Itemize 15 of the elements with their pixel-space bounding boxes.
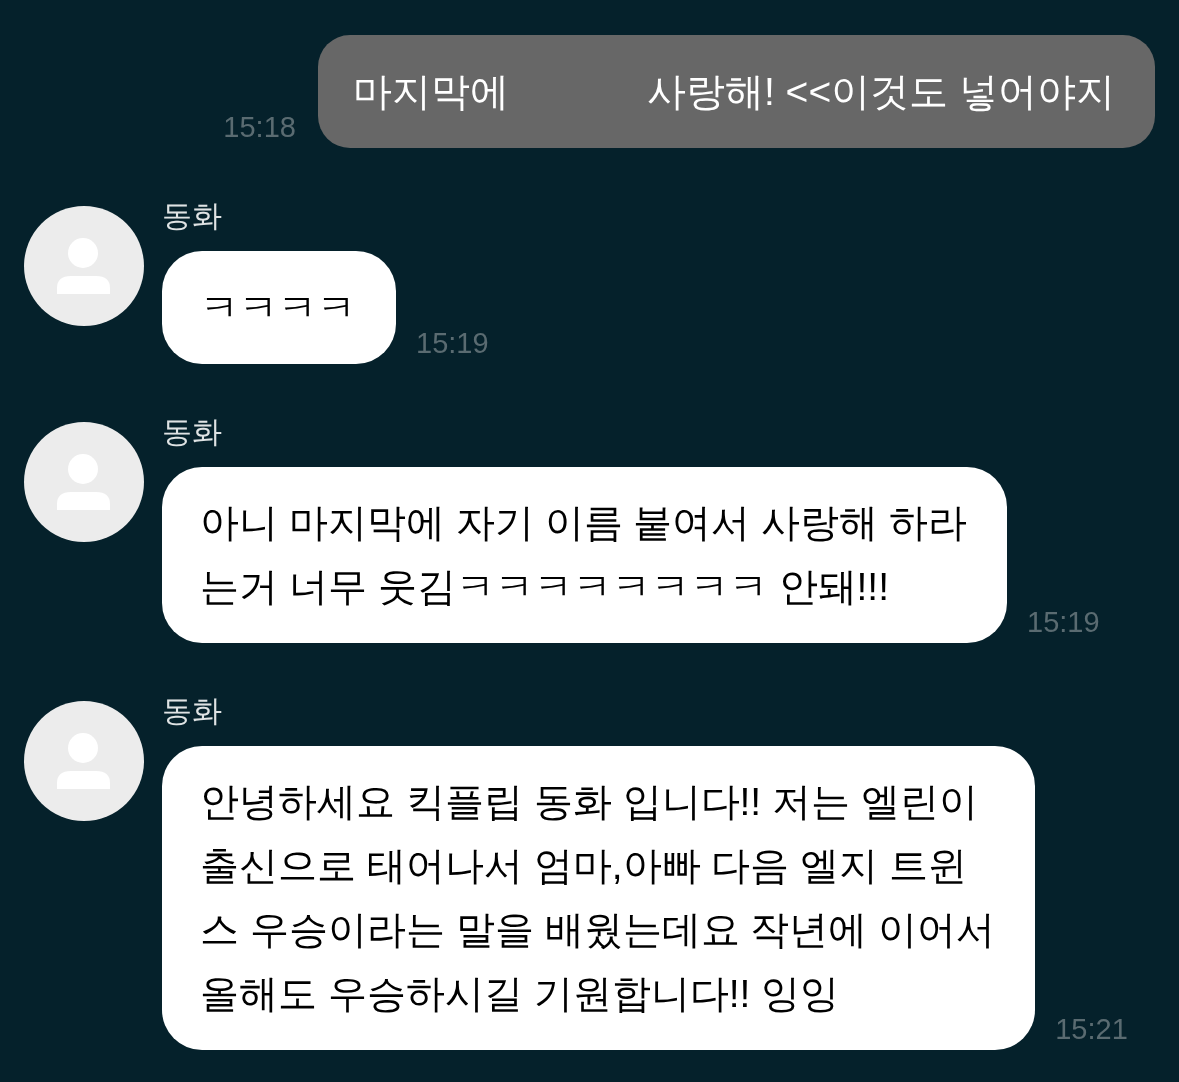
user-avatar-icon[interactable] xyxy=(24,422,144,542)
user-avatar-icon[interactable] xyxy=(24,206,144,326)
timestamp: 15:18 xyxy=(223,110,296,144)
message-text: 아니 마지막에 자기 이름 붙여서 사랑해 하라 는거 너무 웃김ㅋㅋㅋㅋㅋㅋㅋㅋ 안돼!!! xyxy=(200,500,967,610)
sender-name: 동화 xyxy=(162,414,222,450)
timestamp: 15:19 xyxy=(1027,605,1100,639)
message-text: 안녕하세요 킥플립 동화 입니다!! 저는 엘린이 출신으로 태어나서 엄마,아빠 다음 엘지 트윈 스 우승이라는 말을 배웠는데요 작년에 이어서 올해도 우승하시길 기원합니다!! 잉잉 xyxy=(200,779,996,1017)
timestamp: 15:21 xyxy=(1055,1012,1128,1046)
timestamp: 15:19 xyxy=(416,326,489,360)
user-avatar-icon[interactable] xyxy=(24,701,144,821)
sender-name: 동화 xyxy=(162,693,222,729)
message-text: 마지막에 xyxy=(352,68,509,115)
sender-name: 동화 xyxy=(162,198,222,234)
message-text: ㅋㅋㅋㅋ xyxy=(200,284,356,331)
message-text: 사랑해! <<이것도 넣어야지 xyxy=(646,68,1115,115)
